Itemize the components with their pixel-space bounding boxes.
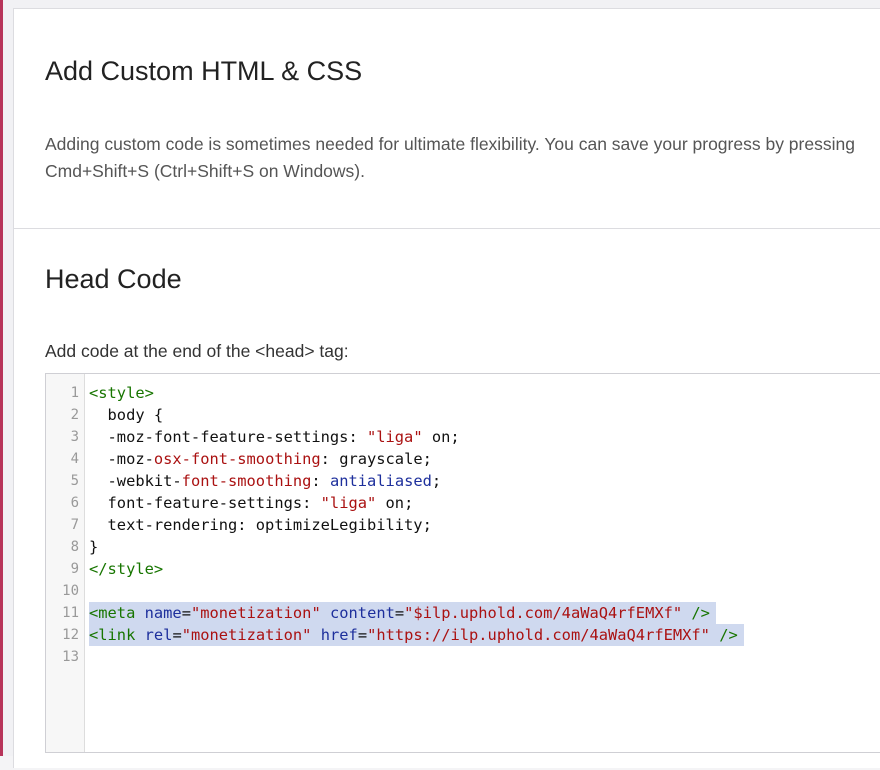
code-text[interactable]: <link rel="monetization" href="https://i… <box>89 624 744 646</box>
window-edge <box>0 0 3 756</box>
code-token: content <box>330 604 395 622</box>
code-text[interactable]: font-feature-settings: "liga" on; <box>89 492 419 514</box>
code-text[interactable]: } <box>89 536 104 558</box>
code-token: <style> <box>89 384 154 402</box>
code-text[interactable]: text-rendering: optimizeLegibility; <box>89 514 438 536</box>
line-number: 6 <box>70 495 79 511</box>
code-line[interactable]: 1 <style> <box>46 382 880 404</box>
line-number: 10 <box>62 583 79 599</box>
code-token: = <box>181 604 191 622</box>
code-line[interactable]: 4 -moz-osx-font-smoothing: grayscale; <box>46 448 880 470</box>
code-token: : grayscale; <box>320 450 432 468</box>
code-line[interactable]: 6 font-feature-settings: "liga" on; <box>46 492 880 514</box>
code-token: "$ilp.uphold.com/4aWaQ4rfEMXf" <box>404 604 683 622</box>
code-token: </style> <box>89 560 164 578</box>
code-line[interactable]: 5 -webkit-font-smoothing: antialiased; <box>46 470 880 492</box>
page-frame: Add Custom HTML & CSS Adding custom code… <box>0 0 880 768</box>
code-token: <meta <box>89 604 136 622</box>
code-token: = <box>357 626 368 644</box>
code-token: = <box>394 604 405 622</box>
code-line[interactable]: 9 </style> <box>46 558 880 580</box>
code-line[interactable]: 13 <box>46 646 880 668</box>
section-description: Adding custom code is sometimes needed f… <box>45 134 855 181</box>
code-text[interactable]: body { <box>89 404 169 426</box>
code-text[interactable]: -webkit-font-smoothing: antialiased; <box>89 470 447 492</box>
code-token: } <box>89 538 99 556</box>
code-token: = <box>172 626 182 644</box>
code-token: "https://ilp.uphold.com/4aWaQ4rfEMXf" <box>367 626 710 644</box>
line-number: 7 <box>70 517 79 533</box>
code-lines[interactable]: 1 <style> 2 body {3 -moz-font-feature-sett… <box>46 382 880 668</box>
code-token: "monetization" <box>181 626 312 644</box>
code-text[interactable]: <style> <box>89 382 160 404</box>
code-token: on; <box>422 428 460 446</box>
code-text[interactable]: -moz-osx-font-smoothing: grayscale; <box>89 448 438 470</box>
head-code-hint: Add code at the end of the <head> tag: <box>45 341 349 361</box>
settings-panel: Add Custom HTML & CSS Adding custom code… <box>13 8 880 768</box>
head-code-title: Head Code <box>45 264 182 294</box>
line-number: 3 <box>70 429 79 445</box>
code-token: "liga" <box>366 428 423 446</box>
custom-code-section: Add Custom HTML & CSS Adding custom code… <box>14 9 880 229</box>
code-token: -webkit- <box>89 472 182 490</box>
code-text[interactable]: -moz-font-feature-settings: "liga" on; <box>89 426 466 448</box>
code-token: <link <box>89 626 136 644</box>
code-token: antialiased <box>329 472 432 490</box>
code-text[interactable]: </style> <box>89 558 169 580</box>
code-token: font-smoothing <box>181 472 312 490</box>
code-line[interactable]: 3 -moz-font-feature-settings: "liga" on; <box>46 426 880 448</box>
line-number: 8 <box>70 539 79 555</box>
code-token: osx-font-smoothing <box>153 450 321 468</box>
code-token: body { <box>89 406 164 424</box>
head-code-editor[interactable]: 1 <style> 2 body {3 -moz-font-feature-sett… <box>45 373 880 753</box>
code-token: font-feature-settings: <box>89 494 321 512</box>
code-token: text-rendering: optimizeLegibility; <box>89 516 432 534</box>
code-token: "monetization" <box>190 604 321 622</box>
code-token: rel <box>144 626 173 644</box>
code-token: /> <box>709 626 738 644</box>
code-token: "liga" <box>320 494 377 512</box>
code-line[interactable]: 2 body { <box>46 404 880 426</box>
line-number: 2 <box>70 407 79 423</box>
line-number: 5 <box>70 473 79 489</box>
code-line[interactable]: 11 <meta name="monetization" content="$il… <box>46 602 880 624</box>
line-number: 11 <box>62 605 79 621</box>
code-token: : <box>311 472 330 490</box>
line-number: 13 <box>62 649 79 665</box>
line-number: 4 <box>70 451 79 467</box>
code-token: ; <box>431 472 442 490</box>
code-line[interactable]: 8} <box>46 536 880 558</box>
section-title: Add Custom HTML & CSS <box>45 56 363 86</box>
line-number: 1 <box>70 385 79 401</box>
code-text[interactable]: <meta name="monetization" content="$ilp.… <box>89 602 716 624</box>
code-token: -moz-font-feature-settings: <box>89 428 367 446</box>
code-line[interactable]: 7 text-rendering: optimizeLegibility; <box>46 514 880 536</box>
code-token: /> <box>682 604 710 622</box>
code-token: name <box>144 604 182 622</box>
code-token: href <box>320 626 358 644</box>
code-line[interactable]: 10 <box>46 580 880 602</box>
head-code-section: Head Code Add code at the end of the <he… <box>14 230 880 770</box>
line-number: 9 <box>70 561 79 577</box>
line-number: 12 <box>62 627 79 643</box>
code-token: -moz- <box>89 450 154 468</box>
code-token: on; <box>376 494 414 512</box>
code-line[interactable]: 12 <link rel="monetization" href="https:/… <box>46 624 880 646</box>
